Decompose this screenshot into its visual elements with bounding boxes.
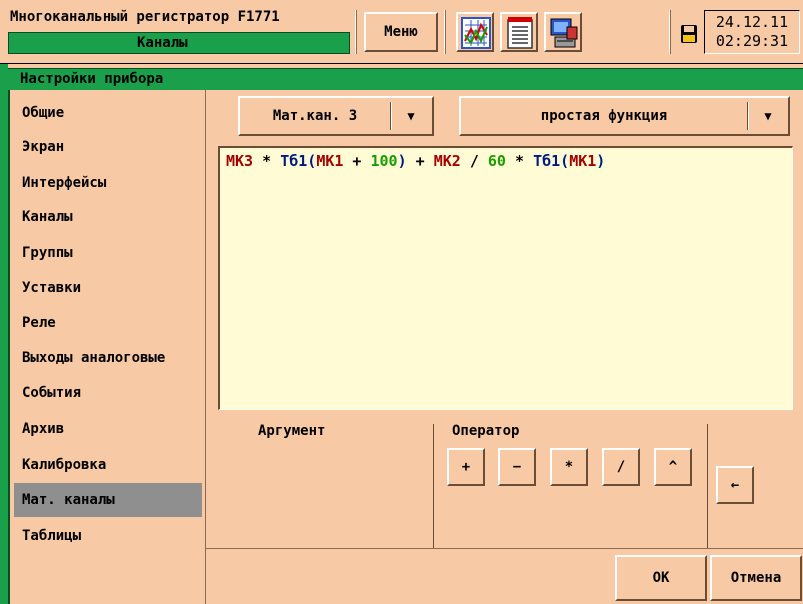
channel-dropdown[interactable]: Мат.кан. 3 ▼: [238, 96, 434, 136]
header-divider-line: [0, 63, 803, 64]
formula-token: *: [253, 152, 281, 170]
chart-icon: [461, 17, 491, 49]
sidebar-item-groups[interactable]: Группы: [14, 236, 202, 270]
chart-button[interactable]: [456, 12, 494, 52]
sidebar-item-calibration[interactable]: Калибровка: [14, 448, 202, 482]
computer-icon: [550, 18, 578, 48]
time-label: 02:29:31: [715, 32, 789, 50]
sidebar-item-analog-outputs[interactable]: Выходы аналоговые: [14, 341, 202, 375]
datetime-display: 24.12.11 02:29:31: [704, 10, 800, 54]
menu-button[interactable]: Меню: [364, 12, 438, 52]
backspace-button[interactable]: ←: [716, 466, 754, 504]
channel-dropdown-value: Мат.кан. 3: [272, 108, 358, 124]
document-icon: [507, 17, 533, 49]
formula-token: (: [307, 152, 317, 170]
log-button[interactable]: [500, 12, 538, 52]
sidebar-item-archive[interactable]: Архив: [14, 412, 202, 446]
formula-token: ): [397, 152, 407, 170]
mode-label: Каналы: [137, 35, 188, 51]
operator-divide-button[interactable]: /: [602, 448, 640, 486]
operator-power-button[interactable]: ^: [654, 448, 692, 486]
formula-token: +: [343, 152, 371, 170]
ok-button[interactable]: ОК: [615, 555, 707, 601]
settings-titlebar: Настройки прибора: [8, 68, 803, 90]
sidebar-item-channels[interactable]: Каналы: [14, 200, 202, 234]
sidebar-item-screen[interactable]: Экран: [14, 130, 202, 164]
chevron-down-icon: ▼: [407, 109, 415, 123]
formula-token: 100: [370, 152, 398, 170]
sidebar-item-general[interactable]: Общие: [14, 96, 202, 130]
formula-token: *: [505, 152, 534, 170]
sidebar-divider: [205, 90, 206, 604]
settings-sidebar: Общие Экран Интерфейсы Каналы Группы Уст…: [10, 90, 206, 604]
formula-token: МК1: [316, 152, 344, 170]
sidebar-item-events[interactable]: События: [14, 376, 202, 410]
formula-token: ): [596, 152, 606, 170]
formula-token: Тб1: [533, 152, 561, 170]
formula-token: /: [460, 152, 488, 170]
formula-token: МК2: [433, 152, 461, 170]
section-divider: [707, 424, 708, 548]
pc-button[interactable]: [544, 12, 582, 52]
dropdown-divider: [390, 102, 392, 130]
formula-token: Тб1: [280, 152, 308, 170]
sidebar-item-math-channels[interactable]: Мат. каналы: [14, 483, 202, 517]
cancel-button[interactable]: Отмена: [710, 555, 802, 601]
formula-token: МК1: [569, 152, 597, 170]
settings-title: Настройки прибора: [20, 71, 164, 87]
sidebar-item-tables[interactable]: Таблицы: [14, 519, 202, 553]
sidebar-item-relays[interactable]: Реле: [14, 306, 202, 340]
function-dropdown-value: простая функция: [540, 108, 668, 124]
formula-token: МК3: [226, 152, 254, 170]
operator-minus-button[interactable]: −: [498, 448, 536, 486]
mode-indicator: Каналы: [8, 32, 350, 54]
section-divider: [433, 424, 434, 548]
formula-token: (: [560, 152, 570, 170]
app-title: Многоканальный регистратор F1771: [10, 9, 280, 25]
sidebar-item-setpoints[interactable]: Уставки: [14, 271, 202, 305]
formula-token: +: [406, 152, 434, 170]
date-label: 24.12.11: [715, 13, 789, 31]
header-divider: [355, 10, 357, 54]
left-accent-strip: [0, 64, 8, 604]
sidebar-item-interfaces[interactable]: Интерфейсы: [14, 166, 202, 200]
header-divider: [669, 10, 671, 54]
operator-multiply-button[interactable]: *: [550, 448, 588, 486]
formula-editor[interactable]: МК3 * Тб1(МК1 + 100) + МК2 / 60 * Тб1(МК…: [218, 146, 793, 410]
dropdown-divider: [747, 102, 749, 130]
operator-plus-button[interactable]: +: [447, 448, 485, 486]
footer-divider: [206, 548, 803, 549]
operator-label: Оператор: [452, 423, 520, 439]
formula-token: 60: [487, 152, 506, 170]
header-divider: [444, 10, 446, 54]
floppy-disk-icon: [680, 24, 698, 44]
chevron-down-icon: ▼: [764, 109, 772, 123]
argument-label: Аргумент: [258, 423, 326, 439]
function-dropdown[interactable]: простая функция ▼: [459, 96, 790, 136]
